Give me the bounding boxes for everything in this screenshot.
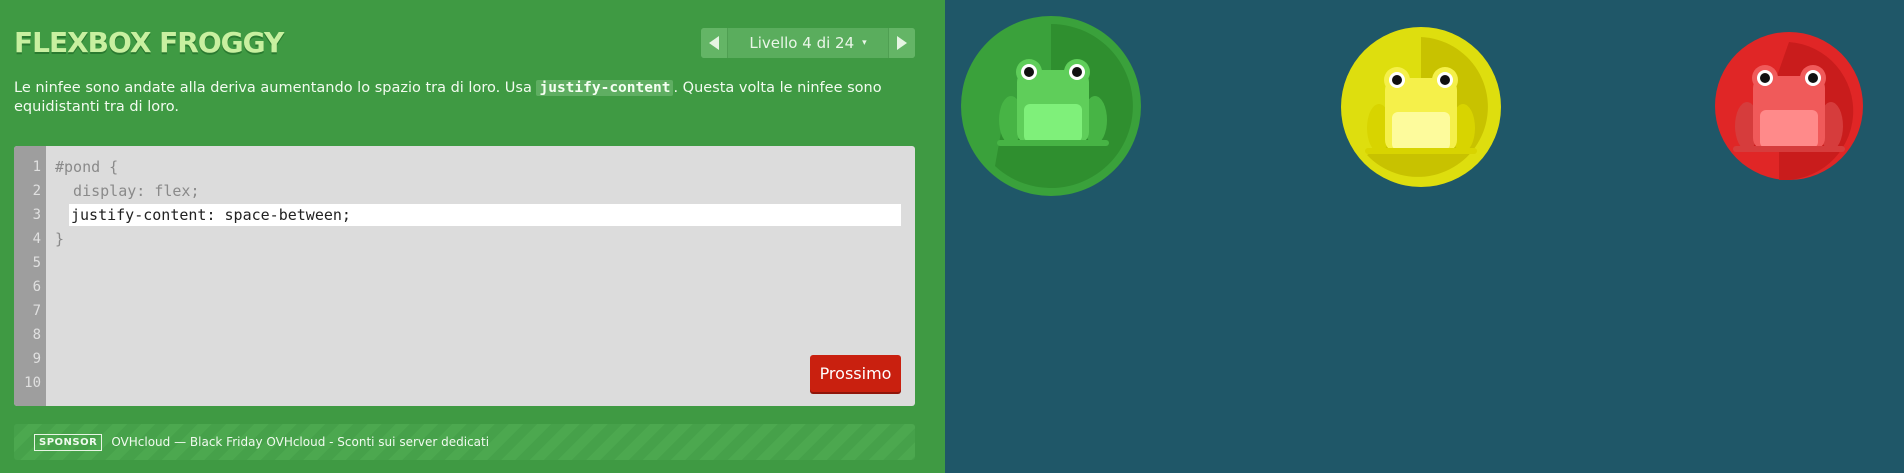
green-frog-icon (997, 59, 1109, 146)
line-number: 4 (32, 231, 41, 247)
level-dropdown[interactable]: Livello 4 di 24 ▾ (728, 28, 888, 58)
sponsor-badge: SPONSOR (34, 433, 103, 451)
code-line-display: display: flex; (55, 182, 200, 200)
instructions: Le ninfee sono andate alla deriva aument… (14, 79, 914, 117)
line-number: 3 (32, 207, 41, 223)
line-number-gutter: 1 2 3 4 5 6 7 8 9 10 (14, 146, 46, 406)
level-navigation: Livello 4 di 24 ▾ (701, 28, 915, 58)
arrow-left-icon (709, 36, 719, 50)
line-number: 9 (32, 351, 41, 367)
pond (945, 0, 1904, 473)
sidebar: FLEXBOX FROGGY Livello 4 di 24 ▾ Le ninf… (0, 0, 945, 473)
arrow-right-icon (897, 36, 907, 50)
line-number: 2 (32, 183, 41, 199)
line-number: 5 (32, 255, 41, 271)
sponsor-banner[interactable]: SPONSOR OVHcloud — Black Friday OVHcloud… (14, 424, 915, 460)
instructions-text-before: Le ninfee sono andate alla deriva aument… (14, 80, 537, 96)
previous-level-button[interactable] (701, 28, 728, 58)
yellow-frog-icon (1365, 67, 1477, 154)
app: FLEXBOX FROGGY Livello 4 di 24 ▾ Le ninf… (0, 0, 1904, 473)
sponsor-link[interactable]: OVHcloud — Black Friday OVHcloud - Scont… (111, 435, 489, 449)
next-button[interactable]: Prossimo (810, 355, 901, 392)
caret-down-icon: ▾ (862, 38, 867, 48)
line-number: 1 (32, 159, 41, 175)
code-editor: 1 2 3 4 5 6 7 8 9 10 #pond { display: fl… (14, 146, 915, 406)
next-level-button[interactable] (888, 28, 915, 58)
instructions-code: justify-content (536, 80, 674, 96)
code-line-selector: #pond { (55, 158, 119, 176)
line-number: 6 (32, 279, 41, 295)
level-label: Livello 4 di 24 (749, 34, 855, 52)
code-line-closing-brace: } (55, 230, 65, 248)
line-number: 7 (32, 303, 41, 319)
line-number: 8 (32, 327, 41, 343)
line-number: 10 (24, 375, 41, 391)
red-frog-icon (1733, 65, 1845, 152)
app-title: FLEXBOX FROGGY (14, 26, 284, 59)
css-input[interactable] (69, 204, 901, 226)
